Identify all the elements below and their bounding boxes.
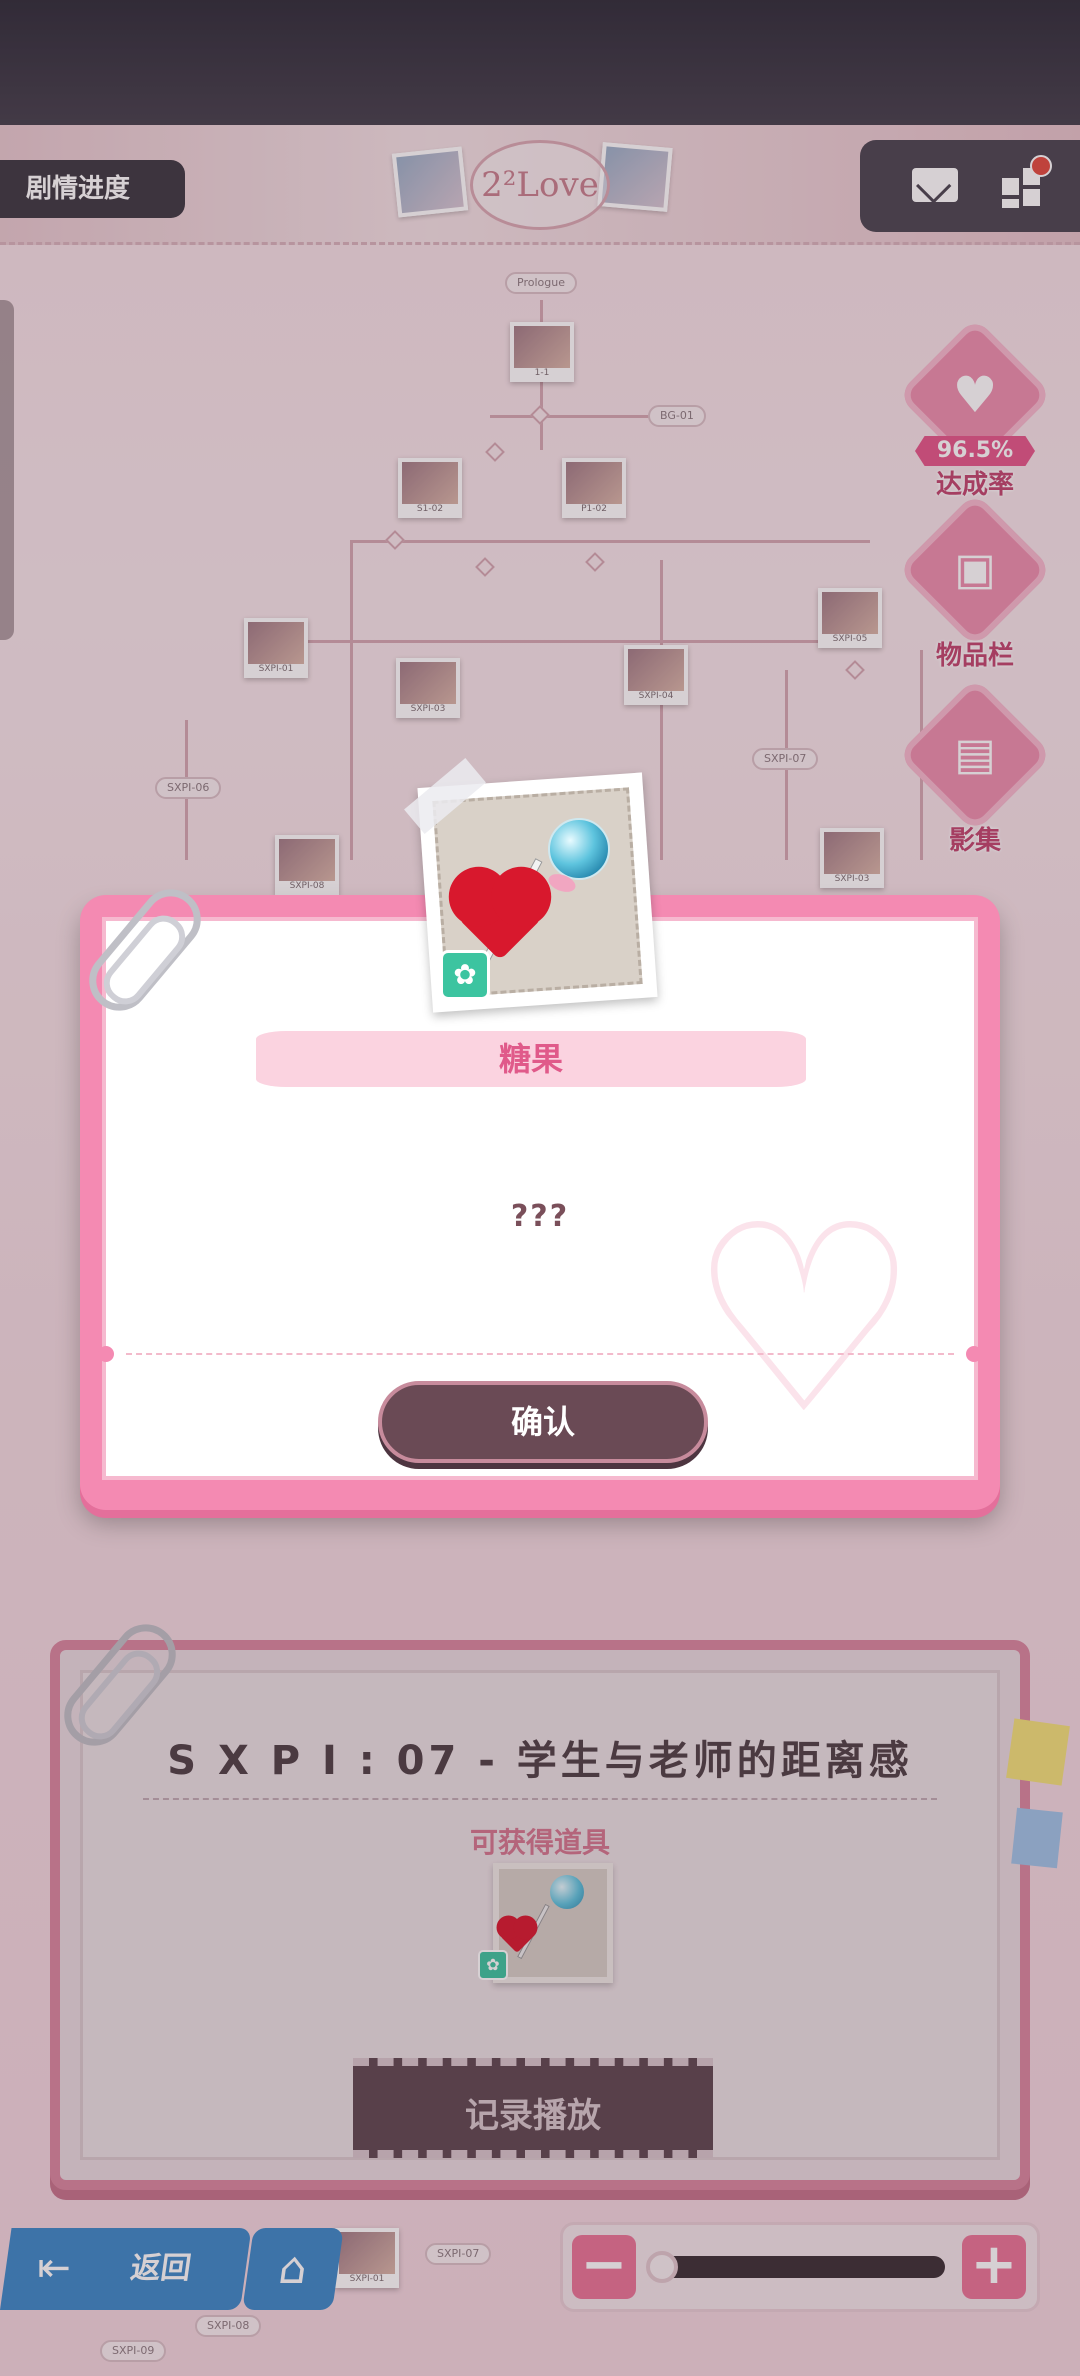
divider-dot (966, 1346, 982, 1362)
dialog-divider (126, 1353, 954, 1355)
confirm-button[interactable]: 确认 (378, 1381, 708, 1463)
paw-icon: ✿ (440, 950, 490, 1000)
divider-dot (98, 1346, 114, 1362)
lollipop-icon (548, 818, 610, 880)
item-description: ??? (510, 1199, 570, 1234)
item-name: 糖果 (498, 1040, 563, 1078)
